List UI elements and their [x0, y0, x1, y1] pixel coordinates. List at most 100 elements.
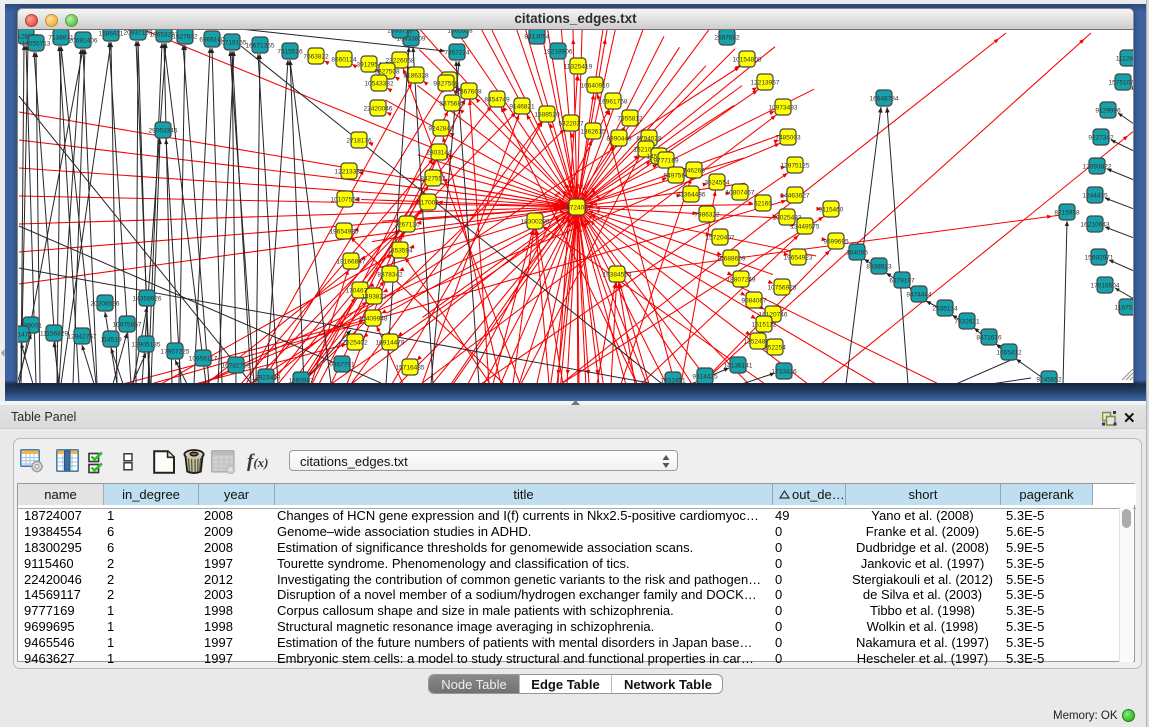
svg-text:9245652: 9245652 [1036, 377, 1062, 384]
svg-text:7955812: 7955812 [617, 116, 643, 123]
svg-text:18807249: 18807249 [727, 277, 756, 284]
svg-text:8660124: 8660124 [331, 57, 357, 64]
svg-text:9474444: 9474444 [906, 292, 932, 299]
svg-text:3875685: 3875685 [439, 101, 465, 108]
svg-text:164095: 164095 [846, 250, 868, 257]
svg-text:12923448: 12923448 [252, 375, 281, 382]
svg-text:3912954: 3912954 [356, 62, 382, 69]
svg-text:7625402: 7625402 [342, 340, 368, 347]
svg-text:29053346: 29053346 [149, 128, 178, 135]
svg-text:17957225: 17957225 [161, 349, 190, 356]
svg-text:62160: 62160 [754, 201, 772, 208]
svg-text:19384554: 19384554 [603, 272, 632, 279]
svg-text:14463627: 14463627 [781, 193, 810, 200]
svg-text:10807467: 10807467 [726, 190, 755, 197]
svg-text:1527602: 1527602 [172, 34, 198, 41]
svg-text:2935134: 2935134 [932, 306, 958, 313]
svg-text:12905135: 12905135 [132, 342, 161, 349]
svg-text:3267130: 3267130 [394, 222, 420, 229]
svg-text:6379197: 6379197 [889, 278, 915, 285]
svg-text:2687682: 2687682 [714, 35, 740, 42]
svg-text:16782759: 16782759 [222, 363, 251, 370]
svg-text:12942757: 12942757 [68, 334, 97, 341]
svg-text:252254: 252254 [764, 345, 786, 352]
svg-text:7663822: 7663822 [303, 54, 329, 61]
svg-text:9777169: 9777169 [653, 158, 679, 165]
svg-text:1733426: 1733426 [771, 369, 797, 376]
svg-text:1353594: 1353594 [387, 248, 413, 255]
svg-text:8878342: 8878342 [377, 272, 403, 279]
svg-text:20691406: 20691406 [69, 38, 98, 45]
svg-text:16914479: 16914479 [376, 340, 405, 347]
svg-text:10719155: 10719155 [218, 40, 247, 47]
svg-text:22420046: 22420046 [364, 106, 393, 113]
svg-text:9146821: 9146821 [509, 104, 535, 111]
svg-text:7357224: 7357224 [444, 50, 470, 57]
svg-text:10973493: 10973493 [769, 105, 798, 112]
svg-text:746266: 746266 [683, 168, 705, 175]
svg-text:9657791: 9657791 [329, 362, 355, 369]
svg-text:9129996: 9129996 [1095, 108, 1121, 115]
svg-text:10154808: 10154808 [733, 57, 762, 64]
svg-text:14359926: 14359926 [133, 296, 162, 303]
svg-text:12975125: 12975125 [781, 163, 810, 170]
svg-text:15692971: 15692971 [1085, 255, 1114, 262]
svg-text:1065412: 1065412 [996, 350, 1022, 357]
svg-text:12213967: 12213967 [751, 80, 780, 87]
svg-text:12093822: 12093822 [1083, 164, 1112, 171]
svg-text:11325419: 11325419 [564, 64, 593, 71]
svg-text:1615112: 1615112 [752, 322, 777, 329]
svg-text:19166847: 19166847 [337, 259, 366, 266]
svg-text:16648784: 16648784 [870, 96, 899, 103]
svg-text:1588520: 1588520 [534, 112, 560, 119]
svg-text:10958117: 10958117 [189, 356, 218, 363]
svg-text:10975857: 10975857 [113, 322, 142, 329]
svg-text:7515526: 7515526 [277, 49, 303, 56]
svg-text:9699695: 9699695 [823, 239, 849, 246]
svg-text:10107553: 10107553 [331, 197, 360, 204]
svg-text:13449575: 13449575 [791, 224, 820, 231]
svg-text:12213389: 12213389 [335, 169, 364, 176]
svg-text:8813054: 8813054 [524, 34, 550, 41]
svg-text:8215958: 8215958 [1054, 210, 1080, 217]
svg-text:2718176: 2718176 [346, 138, 372, 145]
svg-text:16640910: 16640910 [581, 83, 610, 90]
svg-text:16961758: 16961758 [599, 99, 628, 106]
svg-text:20937199: 20937199 [124, 30, 153, 37]
svg-text:2093719: 2093719 [387, 30, 413, 35]
svg-text:3624554: 3624554 [704, 180, 730, 187]
svg-text:8990448: 8990448 [606, 136, 632, 143]
svg-text:7632621: 7632621 [954, 319, 980, 326]
svg-text:17016504: 17016504 [1091, 283, 1120, 290]
svg-text:9115460: 9115460 [819, 207, 844, 214]
svg-text:10688609: 10688609 [717, 256, 746, 263]
svg-text:8454749: 8454749 [484, 97, 510, 104]
svg-text:9227342: 9227342 [1088, 135, 1114, 142]
svg-text:16671355: 16671355 [246, 43, 275, 50]
svg-text:16409948: 16409948 [359, 316, 388, 323]
svg-text:8938923: 8938923 [866, 264, 892, 271]
svg-text:817006: 817006 [417, 200, 439, 207]
svg-text:16210643: 16210643 [1081, 222, 1110, 229]
svg-text:14055713: 14055713 [22, 41, 51, 48]
svg-text:2803144: 2803144 [426, 150, 452, 157]
svg-text:391476: 391476 [18, 332, 32, 339]
svg-text:9327508: 9327508 [433, 81, 459, 88]
svg-text:10756928: 10756928 [768, 285, 797, 292]
svg-text:19654985: 19654985 [330, 229, 359, 236]
svg-text:11156829: 11156829 [40, 331, 68, 338]
svg-text:1244415: 1244415 [1082, 193, 1108, 200]
svg-text:9242848: 9242848 [428, 126, 454, 133]
svg-text:1112800: 1112800 [1116, 56, 1134, 63]
svg-text:8471676: 8471676 [976, 335, 1002, 342]
svg-text:19218906: 19218906 [544, 49, 573, 56]
svg-text:14136141: 14136141 [724, 363, 753, 370]
svg-text:10543382: 10543382 [365, 81, 394, 88]
svg-text:8427552: 8427552 [420, 176, 446, 183]
svg-text:7986322: 7986322 [694, 212, 720, 219]
svg-text:20206526: 20206526 [91, 301, 120, 308]
svg-text:18724007: 18724007 [563, 205, 592, 212]
svg-text:9084067: 9084067 [741, 298, 767, 305]
svg-text:9314425: 9314425 [692, 374, 718, 381]
svg-text:2367608: 2367608 [456, 89, 482, 96]
